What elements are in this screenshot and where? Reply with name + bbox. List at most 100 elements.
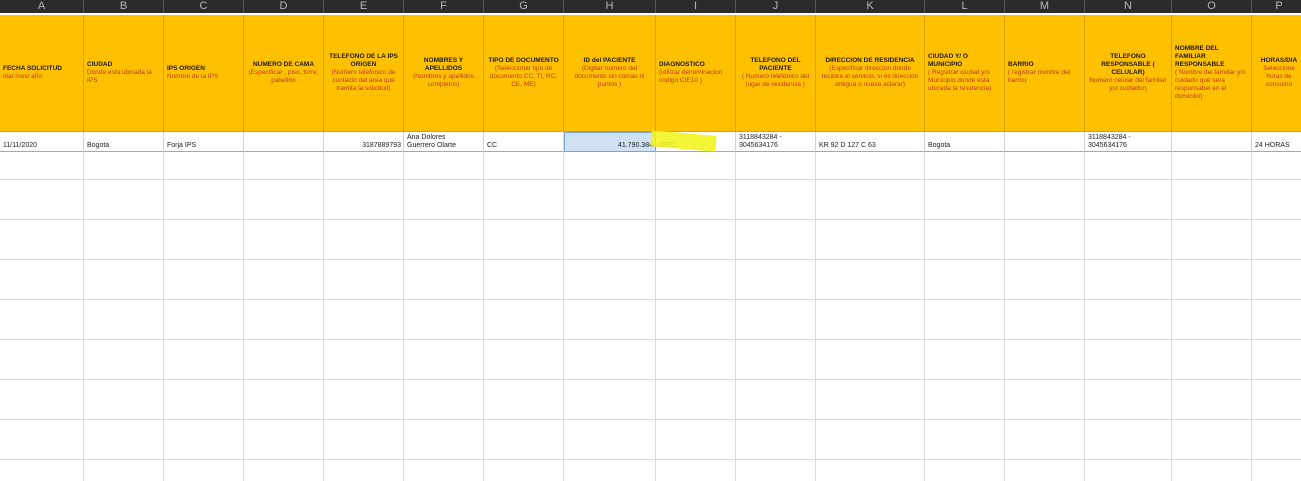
column-header-b[interactable]: B <box>84 0 164 13</box>
header-cell-e[interactable]: TELEFONO DE LA IPS ORIGEN (Numero telefon… <box>324 15 404 132</box>
header-cell-i[interactable]: DIAGNOSTICO (utilizar denominacion codigo… <box>656 15 736 132</box>
column-header-c[interactable]: C <box>164 0 244 13</box>
grid-column-line <box>563 152 564 481</box>
data-cell-h2[interactable]: 41.790.384 <box>564 132 656 152</box>
grid-column-line <box>483 152 484 481</box>
grid-row-line <box>0 179 1301 180</box>
grid-column-line <box>163 152 164 481</box>
header-title: NUMERO DE CAMA <box>252 61 315 68</box>
data-cell-e2[interactable]: 3187889793 <box>324 132 404 152</box>
header-subtitle: Nombre de la IPS <box>167 73 219 80</box>
header-cell-k[interactable]: DIRECCION DE RESIDENCIA (Especificar dire… <box>816 15 925 132</box>
data-cell-f2[interactable]: Ana Dolores Guerrero Olarte <box>404 132 484 152</box>
header-subtitle: (Seleccionar tipo de documento CC, TI, R… <box>489 65 558 88</box>
header-title: ID del PACIENTE <box>583 57 636 64</box>
header-cell-p[interactable]: HORAS/DIA Seleccione horas de consumo <box>1252 15 1301 132</box>
spreadsheet-grid: FECHA SOLICITUD dia/ mes/ año 11/11/2020 CI… <box>0 13 1301 481</box>
data-cell-k2[interactable]: KR 92 D 127 C 63 <box>816 132 925 152</box>
header-subtitle: ( Regsitrar ciudad y/o Municipio donde e… <box>928 69 992 92</box>
header-title: NOMBRES Y APELLIDOS <box>423 57 464 72</box>
header-cell-j[interactable]: TELEFONO DEL PACIENTE( Numero telefonico… <box>736 15 816 132</box>
column-header-i[interactable]: I <box>656 0 736 13</box>
grid-row-line <box>0 219 1301 220</box>
header-title: HORAS/DIA <box>1260 57 1298 64</box>
grid-column-line <box>735 152 736 481</box>
column-header-bar: ABCDEFGHIJKLMNOP <box>0 0 1301 13</box>
column-header-a[interactable]: A <box>0 0 84 13</box>
header-subtitle: Numero celular del familiar y/o cuidador… <box>1089 77 1167 92</box>
column-header-m[interactable]: M <box>1005 0 1085 13</box>
data-cell-p2[interactable]: 24 HORAS <box>1252 132 1301 152</box>
column-header-d[interactable]: D <box>244 0 324 13</box>
header-title: CIUDAD Y/ O MUNICIPIO <box>928 53 968 68</box>
grid-row-line <box>0 419 1301 420</box>
column-header-n[interactable]: N <box>1085 0 1172 13</box>
header-title: FECHA SOLICITUD <box>3 65 62 72</box>
data-cell-b2[interactable]: Bogota <box>84 132 164 152</box>
header-title: DIAGNOSTICO <box>659 61 705 68</box>
data-cell-l2[interactable]: Bogota <box>925 132 1005 152</box>
header-cell-n[interactable]: TELEFONO RESPONSABLE ( CELULAR) Numero ce… <box>1085 15 1172 132</box>
data-cell-n2[interactable]: 3118843284 - 3045634176 <box>1085 132 1172 152</box>
header-cell-b[interactable]: CIUDAD Donde esta ubicada la IPS <box>84 15 164 132</box>
column-header-o[interactable]: O <box>1172 0 1252 13</box>
header-title: DIRECCION DE RESIDENCIA <box>825 57 915 64</box>
grid-column-line <box>924 152 925 481</box>
header-cell-h[interactable]: ID del PACIENTE (Digitar numero del docum… <box>564 15 656 132</box>
column-header-g[interactable]: G <box>484 0 564 13</box>
column-header-k[interactable]: K <box>816 0 925 13</box>
column-header-l[interactable]: L <box>925 0 1005 13</box>
header-subtitle: dia/ mes/ año <box>3 73 43 80</box>
grid-row-line <box>0 379 1301 380</box>
header-subtitle: (Especificar , piso, torre, pabellón <box>248 69 319 84</box>
grid-row-line <box>0 299 1301 300</box>
column-header-f[interactable]: F <box>404 0 484 13</box>
grid-column-line <box>655 152 656 481</box>
grid-column-line <box>815 152 816 481</box>
grid-column-line <box>83 152 84 481</box>
header-subtitle: (Digitar numero del documento sin comas … <box>574 65 645 88</box>
header-cell-m[interactable]: BARRIO( registrar nombre del barrio) <box>1005 15 1085 132</box>
column-header-p[interactable]: P <box>1252 0 1301 13</box>
header-subtitle: ( Numero telefonico del lugar de residen… <box>741 73 810 88</box>
header-subtitle: (Numero telefonico de contacto del area … <box>331 69 396 92</box>
header-cell-f[interactable]: NOMBRES Y APELLIDOS (Nombres y apellidos … <box>404 15 484 132</box>
grid-column-line <box>1251 152 1252 481</box>
data-cell-c2[interactable]: Forja IPS <box>164 132 244 152</box>
header-title: TIPO DE DOCUMENTO <box>488 57 559 64</box>
header-cell-o[interactable]: NOMBRE DEL FAMILIAR RESPONSABLE( Nombre … <box>1172 15 1252 132</box>
header-subtitle: (Especificar direccion donde recibira el… <box>821 65 919 88</box>
grid-column-line <box>243 152 244 481</box>
data-cell-g2[interactable]: CC <box>484 132 564 152</box>
grid-row-line <box>0 339 1301 340</box>
header-cell-a[interactable]: FECHA SOLICITUD dia/ mes/ año <box>0 15 84 132</box>
data-cell-j2[interactable]: 3118843284 - 3045634176 <box>736 132 816 152</box>
header-title: CIUDAD <box>87 61 113 68</box>
header-title: BARRIO <box>1008 61 1034 68</box>
grid-row-line <box>0 259 1301 260</box>
data-cell-m2[interactable] <box>1005 132 1085 152</box>
column-header-e[interactable]: E <box>324 0 404 13</box>
header-subtitle: ( Nombre del familiar y/o cuidado que se… <box>1175 69 1246 100</box>
grid-row-line <box>0 459 1301 460</box>
header-cell-g[interactable]: TIPO DE DOCUMENTO (Seleccionar tipo de do… <box>484 15 564 132</box>
column-header-h[interactable]: H <box>564 0 656 13</box>
data-cell-a2[interactable]: 11/11/2020 <box>0 132 84 152</box>
header-subtitle: (Nombres y apellidos completos) <box>412 73 475 88</box>
grid-column-line <box>1004 152 1005 481</box>
header-subtitle: Donde esta ubicada la IPS <box>87 69 152 84</box>
header-title: NOMBRE DEL FAMILIAR RESPONSABLE <box>1175 45 1225 68</box>
column-header-j[interactable]: J <box>736 0 816 13</box>
header-title: TELEFONO DE LA IPS ORIGEN <box>329 53 398 68</box>
grid-column-line <box>403 152 404 481</box>
header-subtitle: ( registrar nombre del barrio) <box>1008 69 1071 84</box>
header-cell-c[interactable]: IPS ORIGEN Nombre de la IPS <box>164 15 244 132</box>
data-cell-o2[interactable] <box>1172 132 1252 152</box>
header-cell-d[interactable]: NUMERO DE CAMA (Especificar , piso, torre… <box>244 15 324 132</box>
grid-column-line <box>1171 152 1172 481</box>
header-cell-l[interactable]: CIUDAD Y/ O MUNICIPIO( Regsitrar ciudad … <box>925 15 1005 132</box>
grid-column-line <box>1084 152 1085 481</box>
data-cell-d2[interactable] <box>244 132 324 152</box>
header-title: TELEFONO DEL PACIENTE <box>750 57 801 72</box>
header-subtitle: Seleccione horas de consumo <box>1263 65 1295 88</box>
